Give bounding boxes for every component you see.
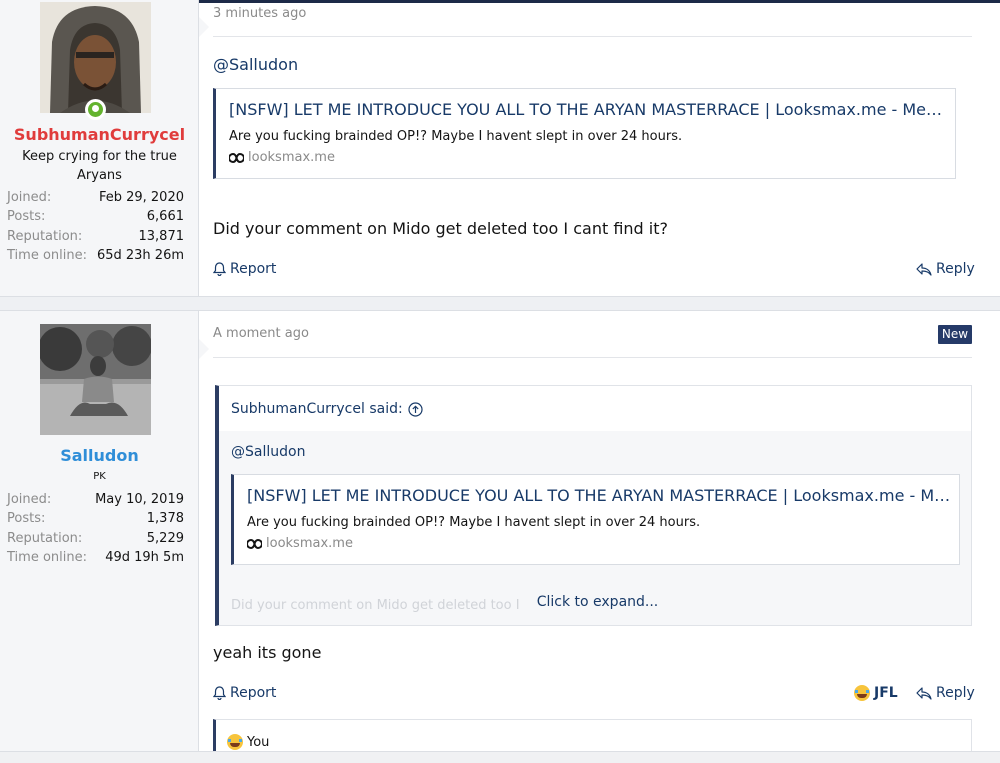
bottom-strip (0, 751, 1000, 763)
reply-button[interactable]: Reply (916, 261, 975, 277)
post-arrow (199, 339, 209, 359)
stat-value: Feb 29, 2020 (98, 190, 184, 205)
embed-description: Are you fucking brainded OP!? Maybe I ha… (229, 129, 683, 144)
post-time[interactable]: 3 minutes ago (213, 6, 306, 21)
user-title: Keep crying for the true Aryans (10, 147, 189, 185)
reply-button[interactable]: Reply (916, 685, 975, 701)
link-icon (229, 152, 244, 163)
embed-title[interactable]: [NSFW] LET ME INTRODUCE YOU ALL TO THE A… (229, 100, 949, 119)
stat-joined: Joined: May 10, 2019 (7, 490, 184, 509)
post-body: yeah its gone (213, 643, 322, 662)
username[interactable]: SubhumanCurrycel (0, 125, 199, 144)
embed-url[interactable]: looksmax.me (247, 536, 353, 551)
stat-key: Reputation: (7, 530, 83, 546)
stat-posts: Posts: 6,661 (7, 207, 184, 226)
report-button[interactable]: Report (213, 685, 276, 701)
stat-posts: Posts: 1,378 (7, 509, 184, 528)
bell-icon (213, 686, 226, 700)
reply-icon (916, 686, 932, 700)
avatar[interactable] (40, 2, 151, 113)
bell-icon (213, 262, 226, 276)
jfl-reaction-button[interactable]: JFL (854, 685, 898, 701)
quote-header: SubhumanCurrycel said: (219, 386, 971, 431)
new-badge: New (938, 325, 972, 344)
post-subhumancurrycel: SubhumanCurrycel Keep crying for the tru… (0, 0, 1000, 297)
embed-title[interactable]: [NSFW] LET ME INTRODUCE YOU ALL TO THE A… (247, 486, 953, 505)
reply-label: Reply (936, 685, 975, 701)
reaction-summary[interactable]: You (227, 734, 269, 750)
embed-url-text: looksmax.me (248, 150, 335, 165)
stat-key: Time online: (7, 247, 87, 263)
stat-value: 65d 23h 26m (96, 247, 184, 263)
quote-author: SubhumanCurrycel said: (231, 401, 403, 417)
stat-key: Posts: (7, 511, 46, 527)
post-arrow (199, 17, 209, 37)
post-separator (0, 297, 1000, 310)
online-status-icon (85, 99, 106, 120)
quote-mention[interactable]: @Salludon (231, 444, 305, 460)
quote-block: SubhumanCurrycel said: @Salludon [NSFW] … (215, 385, 972, 626)
stat-key: Reputation: (7, 228, 83, 244)
divider (213, 36, 972, 37)
stat-key: Time online: (7, 549, 87, 565)
report-label: Report (230, 261, 277, 277)
stat-time-online: Time online: 49d 19h 5m (7, 548, 184, 567)
reply-label: Reply (936, 261, 975, 277)
quote-link-embed[interactable]: [NSFW] LET ME INTRODUCE YOU ALL TO THE A… (231, 474, 960, 565)
stat-value: 13,871 (138, 228, 185, 244)
stat-reputation: Reputation: 5,229 (7, 529, 184, 548)
user-stats: Joined: May 10, 2019 Posts: 1,378 Reputati… (7, 490, 184, 567)
embed-url[interactable]: looksmax.me (229, 150, 335, 165)
avatar[interactable] (40, 324, 151, 435)
stat-value: 1,378 (146, 511, 184, 527)
post-body: Did your comment on Mido get deleted too… (213, 219, 668, 238)
mention-link[interactable]: @Salludon (213, 55, 298, 74)
stat-key: Joined: (7, 190, 52, 205)
stat-value: 49d 19h 5m (105, 549, 184, 565)
user-title-line1: Keep crying for the true (22, 149, 177, 164)
arrow-up-circle-icon[interactable] (408, 401, 423, 417)
divider (213, 357, 972, 358)
reply-icon (916, 262, 932, 276)
stat-time-online: Time online: 65d 23h 26m (7, 246, 184, 265)
user-column: SubhumanCurrycel Keep crying for the tru… (0, 0, 199, 296)
report-label: Report (230, 685, 277, 701)
stat-value: May 10, 2019 (95, 492, 184, 507)
post-time[interactable]: A moment ago (213, 326, 309, 341)
embed-description: Are you fucking brainded OP!? Maybe I ha… (247, 515, 701, 530)
embed-url-text: looksmax.me (266, 536, 353, 551)
click-to-expand-link[interactable]: Click to expand... (219, 594, 976, 610)
user-title-line2: Aryans (77, 168, 122, 183)
link-icon (247, 538, 262, 549)
quote-author-link[interactable]: SubhumanCurrycel said: (231, 401, 423, 417)
link-embed[interactable]: [NSFW] LET ME INTRODUCE YOU ALL TO THE A… (213, 88, 956, 179)
stat-reputation: Reputation: 13,871 (7, 227, 184, 246)
stat-value: 5,229 (146, 530, 184, 546)
stat-value: 6,661 (146, 209, 184, 225)
stat-joined: Joined: Feb 29, 2020 (7, 188, 184, 207)
laughing-crying-emoji-icon (227, 734, 243, 750)
stat-key: Posts: (7, 209, 46, 225)
user-title: PK (93, 471, 106, 482)
user-column: Salludon PK Joined: May 10, 2019 Posts: 1,… (0, 311, 199, 763)
reaction-label: JFL (874, 685, 898, 701)
username[interactable]: Salludon (0, 446, 199, 465)
reaction-summary-label: You (247, 734, 270, 750)
stat-key: Joined: (7, 492, 52, 507)
user-stats: Joined: Feb 29, 2020 Posts: 6,661 Reputati… (7, 188, 184, 265)
laughing-crying-emoji-icon (854, 685, 870, 701)
report-button[interactable]: Report (213, 261, 276, 277)
